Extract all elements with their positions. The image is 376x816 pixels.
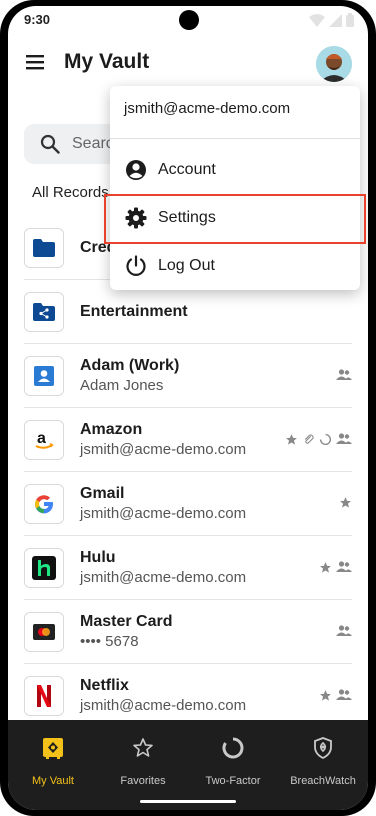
- menu-divider: [110, 138, 360, 139]
- shared-icon: [336, 433, 352, 444]
- google-logo-icon: [24, 484, 64, 524]
- attachment-icon: [304, 433, 314, 444]
- nav-label: Two-Factor: [205, 775, 261, 787]
- netflix-logo-icon: [24, 676, 64, 716]
- screen: 9:30 My Vault Search All Records Credit …: [8, 6, 368, 810]
- status-icons: [309, 13, 354, 27]
- record-badges: [339, 496, 352, 509]
- account-menu: jsmith@acme-demo.com Account Settings Lo…: [104, 86, 366, 290]
- favorite-star-icon: [320, 561, 331, 573]
- battery-icon: [346, 13, 354, 27]
- two-factor-timer-icon: [222, 737, 244, 759]
- record-title: Netflix: [80, 677, 129, 694]
- shared-icon: [336, 625, 352, 636]
- record-badges: [285, 432, 352, 446]
- device-frame: 9:30 My Vault Search All Records Credit …: [0, 0, 376, 816]
- gear-icon: [125, 207, 147, 229]
- record-subtitle: Adam Jones: [80, 377, 164, 394]
- favorite-star-icon: [320, 689, 331, 701]
- record-badges: [336, 368, 352, 382]
- record-title: Entertainment: [80, 303, 188, 320]
- menu-item-label: Settings: [158, 209, 216, 226]
- shared-icon: [336, 689, 352, 700]
- records-filter-label[interactable]: All Records: [32, 184, 109, 201]
- two-factor-icon: [319, 433, 332, 445]
- shared-icon: [336, 369, 352, 380]
- record-title: Adam (Work): [80, 357, 180, 374]
- nav-tab-breachwatch[interactable]: BreachWatch: [278, 720, 368, 800]
- page-title: My Vault: [64, 50, 150, 73]
- account-email: jsmith@acme-demo.com: [124, 100, 291, 117]
- nav-label: BreachWatch: [290, 775, 356, 787]
- nav-tab-favorites[interactable]: Favorites: [98, 720, 188, 800]
- status-time: 9:30: [24, 12, 51, 27]
- amazon-logo-icon: a: [24, 420, 64, 460]
- mastercard-logo-icon: [24, 612, 64, 652]
- record-title: Hulu: [80, 549, 116, 566]
- record-subtitle: jsmith@acme-demo.com: [80, 441, 247, 458]
- shared-folder-icon: [24, 292, 64, 332]
- search-icon: [40, 134, 60, 154]
- menu-item-label: Log Out: [158, 257, 215, 274]
- list-item[interactable]: Hulu jsmith@acme-demo.com: [24, 536, 352, 600]
- bottom-nav: My Vault Favorites Two-Factor BreachWatc…: [8, 720, 368, 810]
- record-subtitle: •••• 5678: [80, 633, 139, 650]
- nav-tab-two-factor[interactable]: Two-Factor: [188, 720, 278, 800]
- record-subtitle: jsmith@acme-demo.com: [80, 569, 247, 586]
- contact-card-icon: [24, 356, 64, 396]
- menu-item-account[interactable]: Account: [110, 148, 360, 192]
- record-badges: [336, 624, 352, 638]
- signal-icon: [329, 13, 342, 27]
- shared-icon: [336, 561, 352, 572]
- nav-label: Favorites: [120, 775, 166, 787]
- list-item[interactable]: a Amazon jsmith@acme-demo.com: [24, 408, 352, 472]
- status-bar: 9:30: [8, 6, 368, 34]
- record-title: Amazon: [80, 421, 143, 438]
- account-circle-icon: [126, 160, 146, 180]
- breachwatch-shield-icon: [314, 737, 332, 760]
- menu-item-label: Account: [158, 161, 216, 178]
- svg-text:a: a: [37, 430, 46, 447]
- avatar[interactable]: [316, 46, 352, 82]
- nav-label: My Vault: [32, 775, 74, 787]
- record-badges: [319, 688, 352, 702]
- menu-item-settings[interactable]: Settings: [104, 194, 366, 244]
- record-subtitle: jsmith@acme-demo.com: [80, 505, 247, 522]
- nav-tab-my-vault[interactable]: My Vault: [8, 720, 98, 800]
- record-badges: [319, 560, 352, 574]
- hamburger-menu-icon[interactable]: [24, 52, 46, 72]
- favorite-star-icon: [286, 433, 297, 445]
- list-item[interactable]: Gmail jsmith@acme-demo.com: [24, 472, 352, 536]
- favorite-star-icon: [340, 497, 351, 508]
- app-bar: My Vault: [8, 34, 368, 90]
- vault-icon: [43, 738, 63, 759]
- hulu-logo-icon: [24, 548, 64, 588]
- star-outline-icon: [133, 738, 153, 757]
- power-icon: [126, 255, 146, 276]
- list-item[interactable]: Netflix jsmith@acme-demo.com: [24, 664, 352, 728]
- record-subtitle: jsmith@acme-demo.com: [80, 697, 247, 714]
- wifi-icon: [309, 13, 325, 27]
- list-item[interactable]: Master Card •••• 5678: [24, 600, 352, 664]
- menu-item-logout[interactable]: Log Out: [110, 244, 360, 288]
- record-title: Master Card: [80, 613, 173, 630]
- home-indicator: [140, 800, 236, 803]
- list-item[interactable]: Adam (Work) Adam Jones: [24, 344, 352, 408]
- camera-cutout: [179, 10, 199, 30]
- folder-icon: [24, 228, 64, 268]
- record-title: Gmail: [80, 485, 125, 502]
